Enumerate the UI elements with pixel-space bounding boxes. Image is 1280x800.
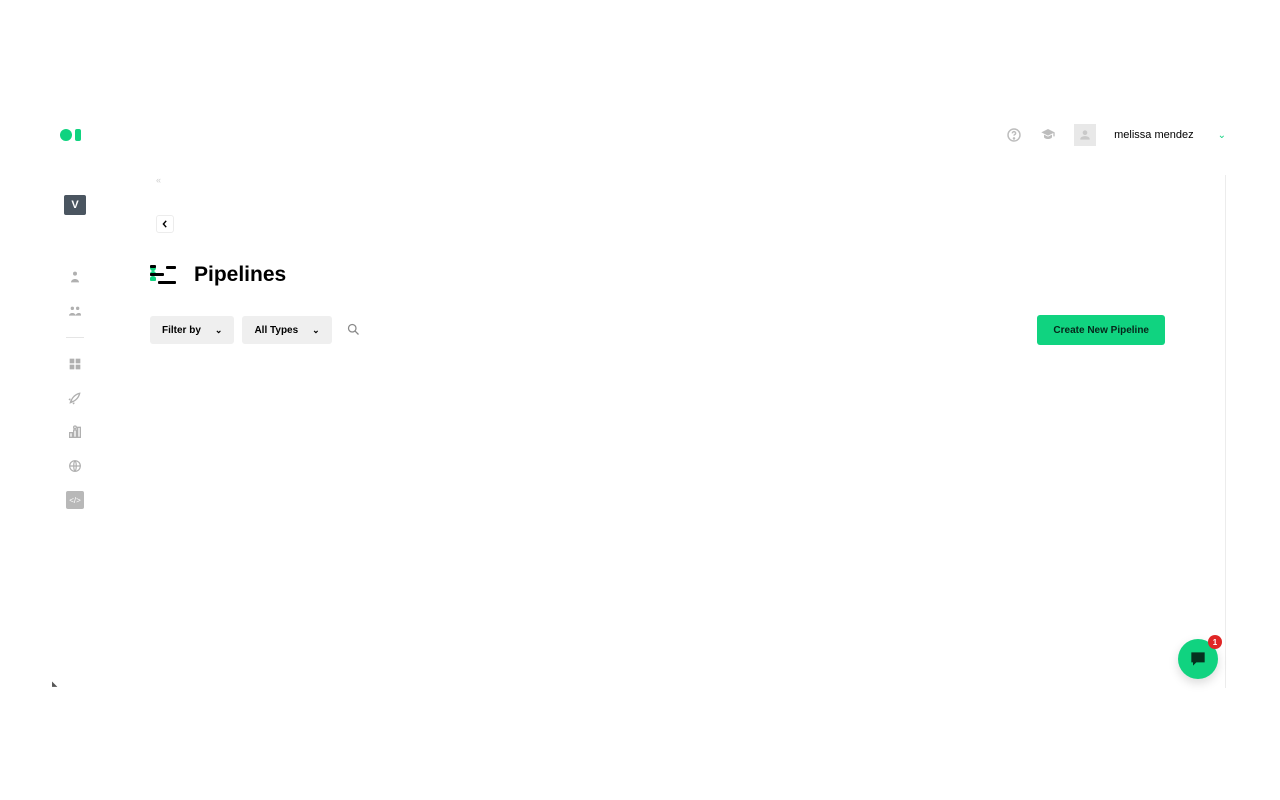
- avatar[interactable]: [1074, 124, 1096, 146]
- sidebar-item-workspace[interactable]: V: [64, 195, 86, 215]
- collapse-sidebar-hint[interactable]: «: [156, 175, 1165, 185]
- header-right: melissa mendez ⌄: [1006, 124, 1226, 146]
- filter-by-dropdown[interactable]: Filter by ⌄: [150, 316, 234, 344]
- logo-bar-icon: [75, 129, 81, 141]
- sidebar-item-code[interactable]: </>: [65, 490, 85, 510]
- types-label: All Types: [254, 325, 298, 336]
- logo-circle-icon: [60, 129, 72, 141]
- sidebar-item-globe[interactable]: [65, 456, 85, 476]
- username-label: melissa mendez: [1114, 129, 1193, 141]
- sidebar-item-leaderboard[interactable]: [65, 422, 85, 442]
- chevron-down-icon: ⌄: [215, 325, 223, 336]
- brand-logo: [60, 129, 81, 141]
- user-menu-chevron-icon[interactable]: ⌄: [1218, 130, 1226, 141]
- create-pipeline-button[interactable]: Create New Pipeline: [1037, 315, 1165, 345]
- chat-widget[interactable]: 1: [1178, 639, 1218, 679]
- page-title-row: Pipelines: [150, 263, 1165, 287]
- app-header: melissa mendez ⌄: [60, 115, 1226, 155]
- sidebar-item-person[interactable]: [65, 267, 85, 287]
- sidebar-divider: [66, 337, 84, 338]
- help-icon[interactable]: [1006, 127, 1022, 143]
- filter-by-label: Filter by: [162, 325, 201, 336]
- search-icon[interactable]: [346, 322, 362, 338]
- academy-icon[interactable]: [1040, 127, 1056, 143]
- sidebar-item-dashboard[interactable]: [65, 354, 85, 374]
- page-title: Pipelines: [194, 263, 286, 287]
- types-dropdown[interactable]: All Types ⌄: [242, 316, 331, 344]
- workspace-letter: V: [71, 199, 78, 211]
- back-button[interactable]: [156, 215, 174, 233]
- toolbar-left: Filter by ⌄ All Types ⌄: [150, 316, 362, 344]
- sidebar-item-rocket[interactable]: [65, 388, 85, 408]
- code-icon: </>: [66, 491, 84, 509]
- sidebar-item-people[interactable]: [65, 301, 85, 321]
- resize-caret-icon: ◣: [52, 680, 57, 688]
- main-content: « Pipelines Filter by ⌄ All Types ⌄ Crea…: [150, 175, 1226, 688]
- pipelines-icon: [150, 265, 176, 285]
- chevron-down-icon: ⌄: [312, 325, 320, 336]
- chat-badge: 1: [1208, 635, 1222, 649]
- toolbar: Filter by ⌄ All Types ⌄ Create New Pipel…: [150, 315, 1165, 345]
- sidebar-nav: V </>: [60, 195, 90, 510]
